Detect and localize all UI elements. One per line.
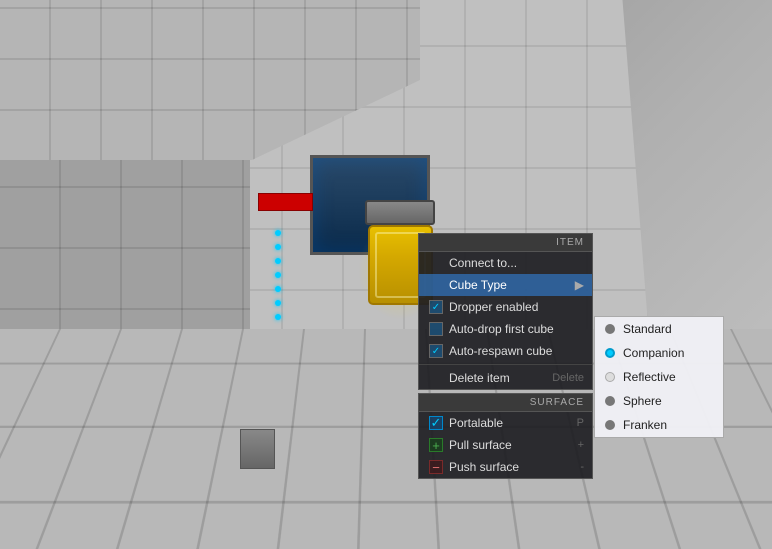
franken-dot-icon xyxy=(605,420,615,430)
cube-type-franken[interactable]: Franken xyxy=(595,413,723,437)
sphere-label: Sphere xyxy=(623,394,662,408)
pull-surface-item[interactable]: + Pull surface + xyxy=(419,434,592,456)
surface-context-menu: SURFACE ✓ Portalable P + Pull surface + … xyxy=(418,393,593,479)
blue-dot xyxy=(275,314,281,320)
pull-surface-icon: + xyxy=(429,438,443,452)
blue-dot xyxy=(275,272,281,278)
sphere-dot-icon xyxy=(605,396,615,406)
push-surface-icon: − xyxy=(429,460,443,474)
item-context-menu: ITEM Connect to... Cube Type ▶ Standard … xyxy=(418,233,593,390)
cube-type-label: Cube Type xyxy=(449,278,507,292)
push-shortcut: - xyxy=(580,461,584,473)
blue-dot xyxy=(275,300,281,306)
companion-dot-icon xyxy=(605,348,615,358)
dropper-enabled-label: Dropper enabled xyxy=(449,300,538,314)
push-surface-item[interactable]: − Push surface - xyxy=(419,456,592,478)
delete-label: Delete item xyxy=(449,371,510,385)
small-box xyxy=(240,429,275,469)
game-viewport xyxy=(0,0,772,549)
pull-surface-label: Pull surface xyxy=(449,438,512,452)
blue-dot xyxy=(275,244,281,250)
pull-shortcut: + xyxy=(578,439,584,451)
cube-type-item[interactable]: Cube Type ▶ Standard Companion Reflectiv… xyxy=(419,274,592,296)
delete-item[interactable]: Delete item Delete xyxy=(419,367,592,389)
blue-dot xyxy=(275,258,281,264)
cube-type-standard[interactable]: Standard xyxy=(595,317,723,341)
auto-respawn-item[interactable]: Auto-respawn cube xyxy=(419,340,592,362)
dropper-top xyxy=(365,200,435,225)
blue-dot xyxy=(275,286,281,292)
menu-separator xyxy=(419,364,592,365)
item-menu-header: ITEM xyxy=(419,234,592,252)
portalable-shortcut: P xyxy=(577,417,584,429)
reflective-dot-icon xyxy=(605,372,615,382)
connect-to-item[interactable]: Connect to... xyxy=(419,252,592,274)
portalable-check-icon: ✓ xyxy=(429,416,443,430)
auto-drop-label: Auto-drop first cube xyxy=(449,322,554,336)
dropper-enabled-item[interactable]: Dropper enabled xyxy=(419,296,592,318)
red-sign xyxy=(258,193,313,211)
cube-type-companion[interactable]: Companion xyxy=(595,341,723,365)
submenu-arrow-icon: ▶ xyxy=(575,278,584,292)
companion-label: Companion xyxy=(623,346,684,360)
connect-to-label: Connect to... xyxy=(449,256,517,270)
standard-label: Standard xyxy=(623,322,672,336)
standard-dot-icon xyxy=(605,324,615,334)
cube-type-sphere[interactable]: Sphere xyxy=(595,389,723,413)
blue-dot xyxy=(275,230,281,236)
blue-dots xyxy=(275,230,281,320)
auto-respawn-label: Auto-respawn cube xyxy=(449,344,552,358)
cube-type-reflective[interactable]: Reflective xyxy=(595,365,723,389)
portalable-label: Portalable xyxy=(449,416,503,430)
push-surface-label: Push surface xyxy=(449,460,519,474)
cube-type-submenu: Standard Companion Reflective Sphere Fra… xyxy=(594,316,724,438)
dropper-enabled-checkbox[interactable] xyxy=(429,300,443,314)
portalable-item[interactable]: ✓ Portalable P xyxy=(419,412,592,434)
franken-label: Franken xyxy=(623,418,667,432)
reflective-label: Reflective xyxy=(623,370,676,384)
auto-respawn-checkbox[interactable] xyxy=(429,344,443,358)
surface-menu-header: SURFACE xyxy=(419,394,592,412)
auto-drop-checkbox[interactable] xyxy=(429,322,443,336)
auto-drop-item[interactable]: Auto-drop first cube xyxy=(419,318,592,340)
delete-shortcut: Delete xyxy=(552,372,584,384)
